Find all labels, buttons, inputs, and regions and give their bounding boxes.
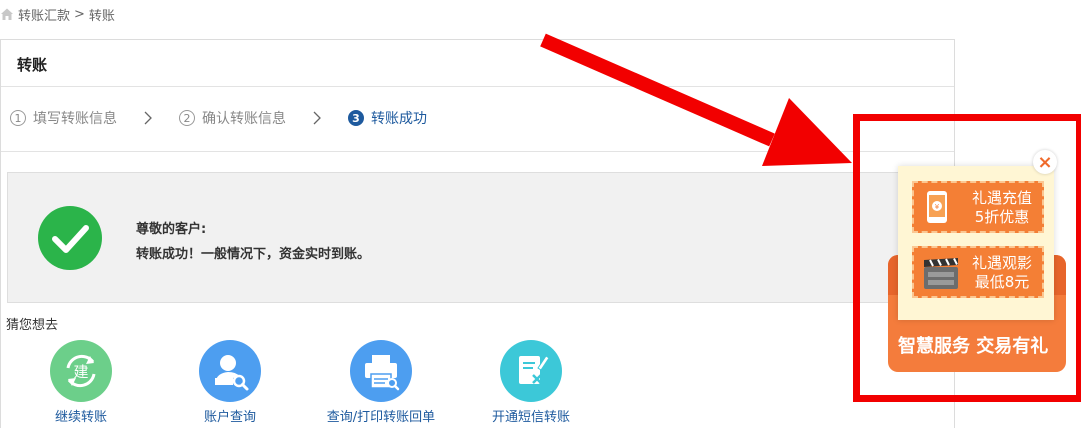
annotation-highlight-box [853, 114, 1081, 402]
